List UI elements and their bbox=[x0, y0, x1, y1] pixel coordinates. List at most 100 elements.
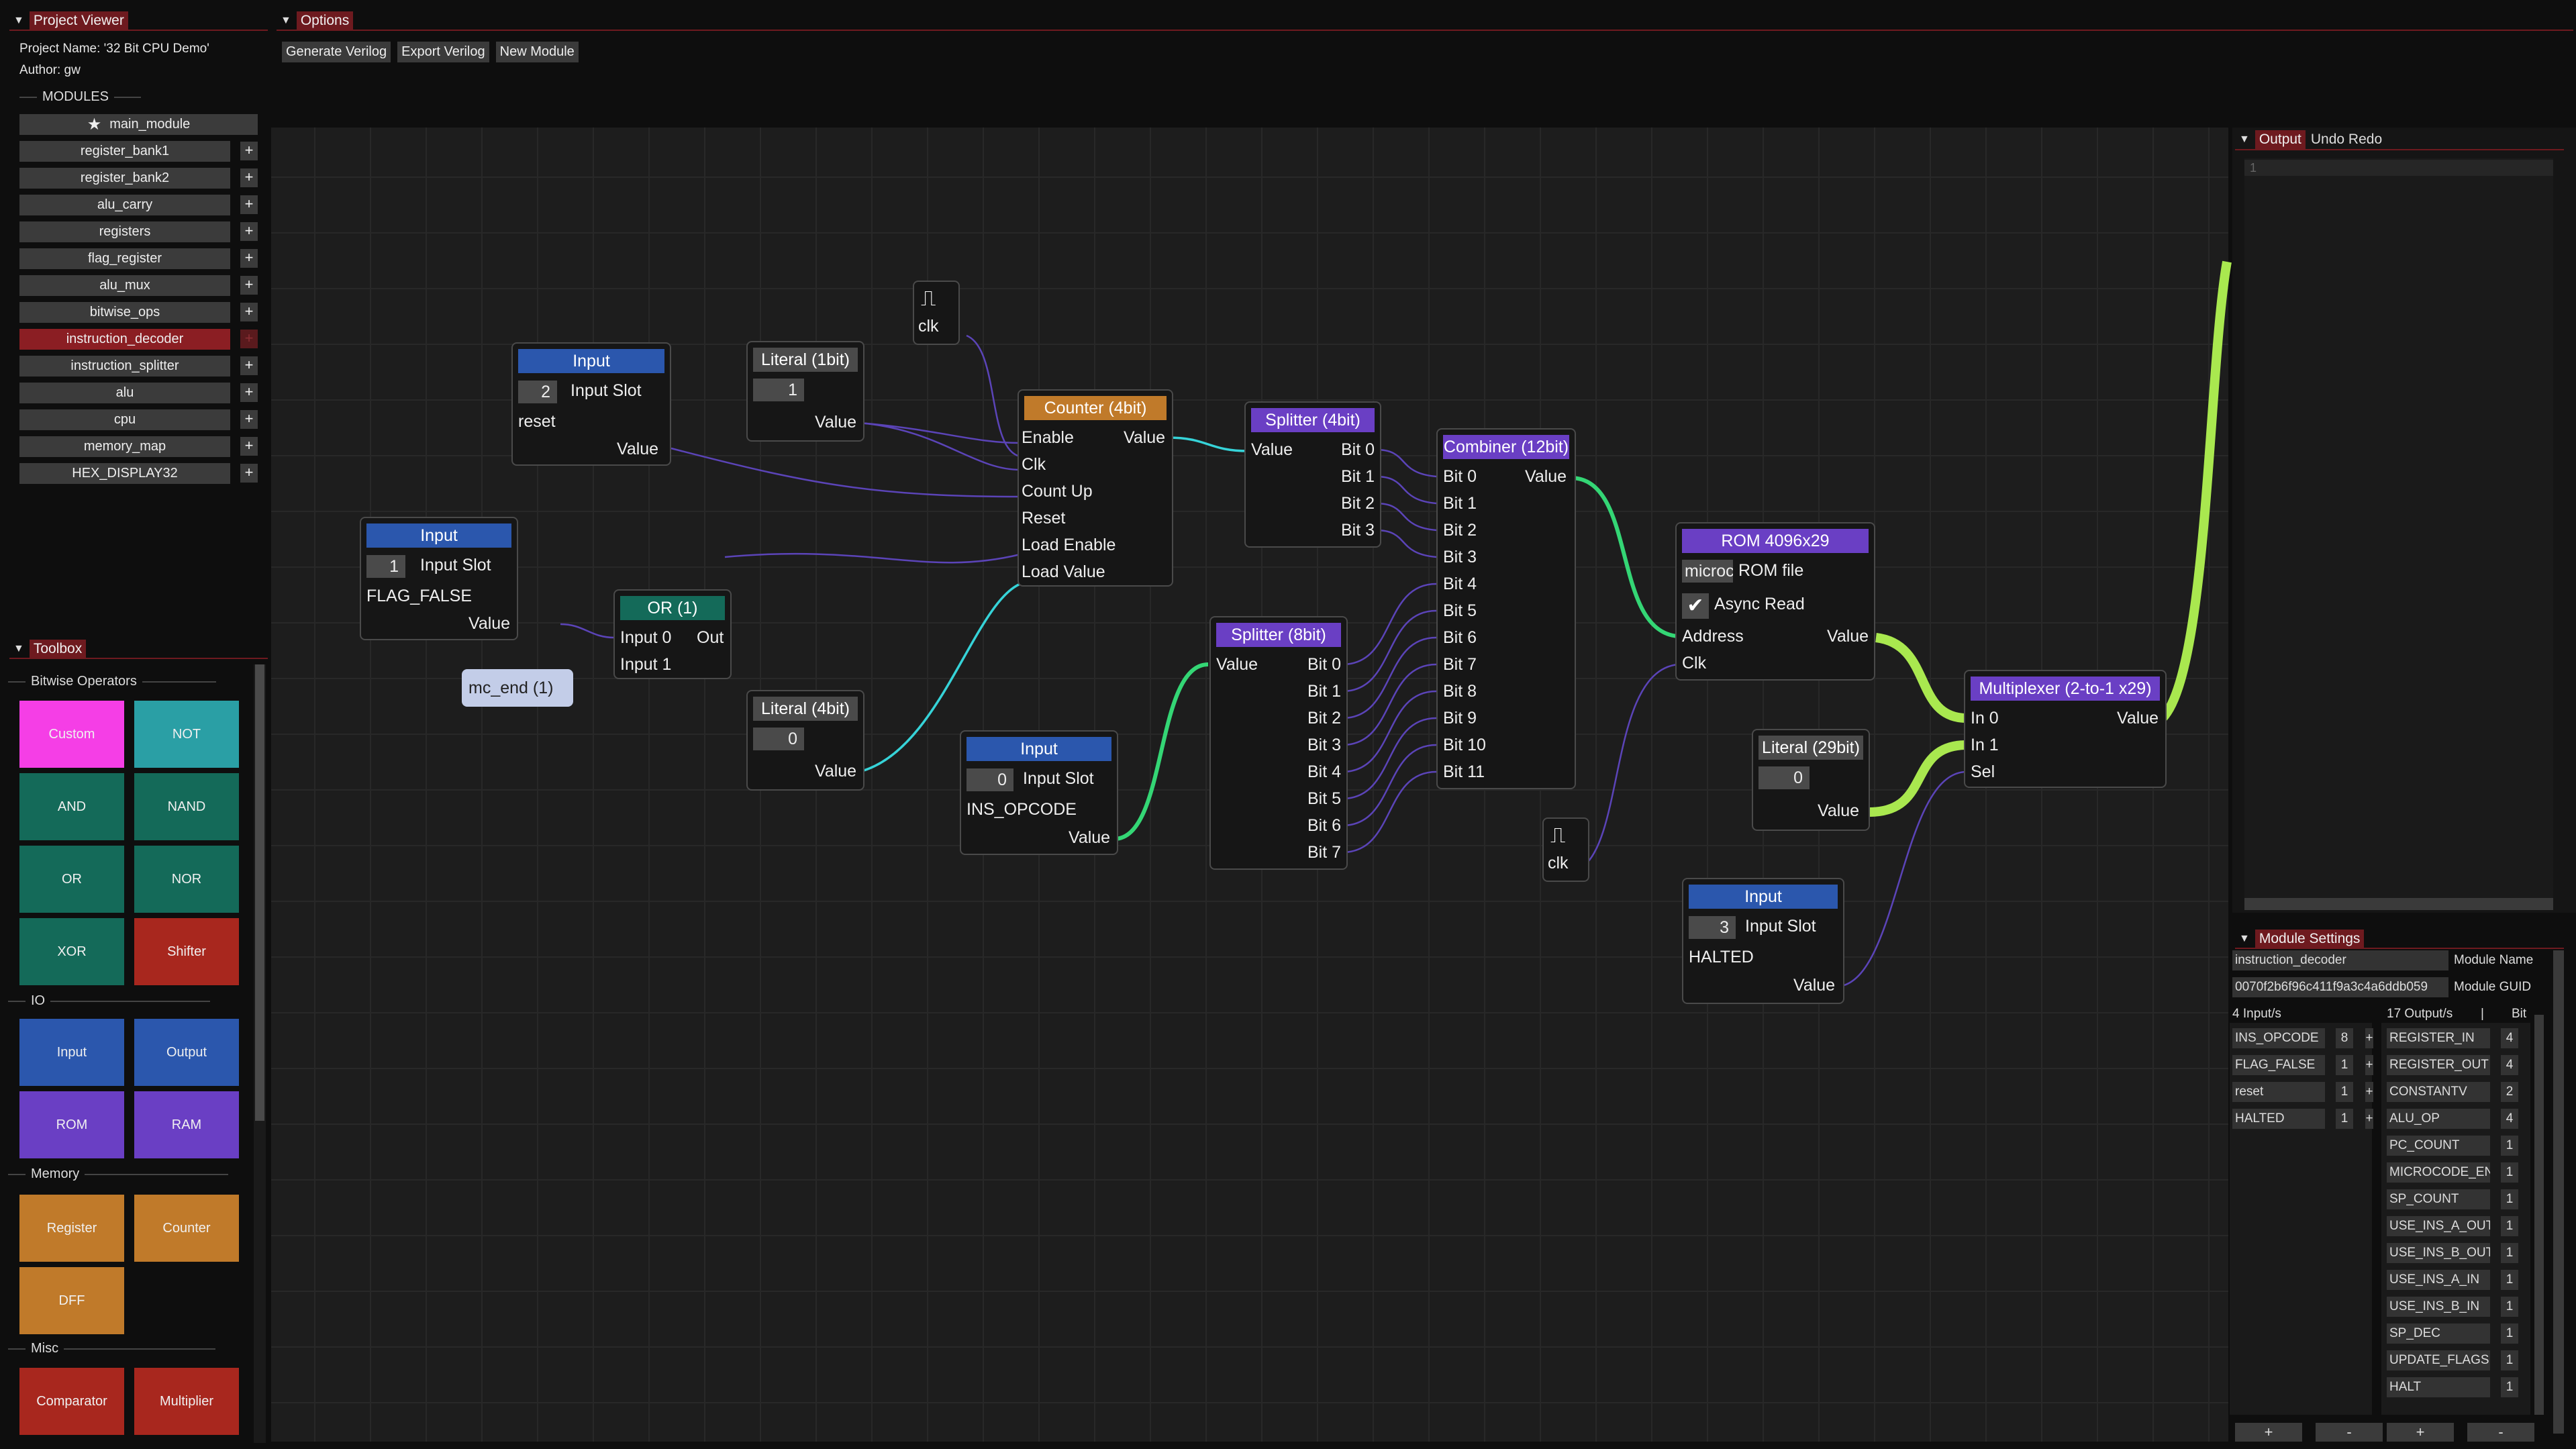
output-bits-field[interactable]: 1 bbox=[2501, 1243, 2518, 1263]
splitter-8bit-node[interactable]: Splitter (8bit) Value Bit 0 Bit 1 Bit 2 Bit 3… bbox=[1209, 616, 1348, 870]
output-bits-field[interactable]: 1 bbox=[2501, 1162, 2518, 1183]
literal-29bit-node[interactable]: Literal (29bit) 0 Value bbox=[1752, 729, 1870, 831]
output-bits-field[interactable]: 1 bbox=[2501, 1377, 2518, 1397]
output-name-field[interactable]: REGISTER_OUT bbox=[2387, 1055, 2490, 1075]
value-pin: Value bbox=[1251, 440, 1293, 459]
input-bits-plus-button[interactable]: + bbox=[2365, 1109, 2373, 1129]
output-line-field[interactable]: 1 bbox=[2244, 160, 2553, 176]
output-name-field[interactable]: REGISTER_IN bbox=[2387, 1028, 2490, 1048]
settings-scrollbar[interactable] bbox=[2553, 950, 2564, 1434]
remove-input-button[interactable]: - bbox=[2316, 1423, 2383, 1442]
add-output-button[interactable]: + bbox=[2387, 1423, 2454, 1442]
input-slot-field[interactable]: 3 bbox=[1689, 916, 1736, 939]
output-bits-field[interactable]: 1 bbox=[2501, 1136, 2518, 1156]
input-slot-field[interactable]: 1 bbox=[366, 555, 405, 578]
output-log[interactable]: 1 bbox=[2244, 158, 2553, 910]
output-name-field[interactable]: USE_INS_A_OUT bbox=[2387, 1216, 2490, 1236]
output-bits-field[interactable]: 2 bbox=[2501, 1082, 2518, 1102]
input-name-field[interactable]: FLAG_FALSE bbox=[2232, 1055, 2325, 1075]
remove-output-button[interactable]: - bbox=[2467, 1423, 2534, 1442]
output-name-field[interactable]: PC_COUNT bbox=[2387, 1136, 2490, 1156]
output-header[interactable]: ▼ Output Undo Redo bbox=[2235, 130, 2382, 150]
output-bits-field[interactable]: 4 bbox=[2501, 1109, 2518, 1129]
input-bits-plus-button[interactable]: + bbox=[2365, 1055, 2373, 1075]
input-bits-plus-button[interactable]: + bbox=[2365, 1028, 2373, 1048]
input-bits-field[interactable]: 8 bbox=[2336, 1028, 2353, 1048]
collapse-triangle-icon[interactable]: ▼ bbox=[2239, 134, 2250, 146]
output-name-field[interactable]: HALT bbox=[2387, 1377, 2490, 1397]
module-guid-label: Module GUID bbox=[2454, 980, 2532, 994]
async-read-checkbox[interactable]: ✔ bbox=[1682, 593, 1709, 619]
input-slot-field[interactable]: 2 bbox=[518, 381, 557, 403]
input-bits-field[interactable]: 1 bbox=[2336, 1109, 2353, 1129]
value-field[interactable]: 1 bbox=[753, 379, 804, 401]
outputs-scrollbar[interactable] bbox=[2534, 1015, 2544, 1415]
output-name-field[interactable]: SP_COUNT bbox=[2387, 1189, 2490, 1209]
pin-label: Bit 7 bbox=[1443, 655, 1477, 674]
input-name-field[interactable]: HALTED bbox=[2232, 1109, 2325, 1129]
pin-label: Bit 3 bbox=[1443, 548, 1477, 566]
input-node-flag-false[interactable]: Input 1 Input Slot FLAG_FALSE Value bbox=[360, 517, 518, 640]
input-bits-field[interactable]: 1 bbox=[2336, 1055, 2353, 1075]
output-hscrollbar[interactable] bbox=[2244, 898, 2553, 910]
node-title: Literal (29bit) bbox=[1758, 736, 1863, 760]
separator: | bbox=[2481, 1007, 2484, 1021]
clk-node[interactable]: ⎍ clk bbox=[913, 281, 960, 345]
input-bits-plus-button[interactable]: + bbox=[2365, 1082, 2373, 1102]
value-pin: Value bbox=[1818, 801, 1860, 820]
pin-label: FLAG_FALSE bbox=[366, 587, 473, 605]
value-field[interactable]: 0 bbox=[753, 728, 804, 750]
output-bits-field[interactable]: 4 bbox=[2501, 1055, 2518, 1075]
tab-undo-redo[interactable]: Undo Redo bbox=[2311, 132, 2382, 148]
module-settings-header[interactable]: ▼ Module Settings bbox=[2235, 929, 2365, 949]
pin-label: Bit 11 bbox=[1443, 762, 1485, 781]
node-title: Splitter (8bit) bbox=[1216, 623, 1341, 647]
literal-4bit-node[interactable]: Literal (4bit) 0 Value bbox=[746, 690, 864, 791]
header-underline bbox=[2235, 948, 2564, 949]
node-title: Literal (1bit) bbox=[753, 348, 858, 372]
clk-label: clk bbox=[1548, 854, 1569, 872]
collapse-triangle-icon[interactable]: ▼ bbox=[2239, 933, 2250, 945]
input-node-halted[interactable]: Input 3 Input Slot HALTED Value bbox=[1682, 878, 1844, 1004]
input-slot-field[interactable]: 0 bbox=[967, 768, 1013, 791]
output-bits-field[interactable]: 1 bbox=[2501, 1189, 2518, 1209]
output-name-field[interactable]: CONSTANTV bbox=[2387, 1082, 2490, 1102]
combiner-12bit-node[interactable]: Combiner (12bit) Bit 0 Bit 1 Bit 2 Bit 3 Bit … bbox=[1436, 428, 1576, 789]
pin-label: Input Slot bbox=[571, 381, 642, 400]
literal-1bit-node[interactable]: Literal (1bit) 1 Value bbox=[746, 341, 864, 442]
module-guid-input[interactable]: 0070f2b6f96c411f9a3c4a6ddb059 bbox=[2232, 977, 2448, 997]
value-pin: Value bbox=[617, 440, 659, 458]
output-bits-field[interactable]: 1 bbox=[2501, 1350, 2518, 1370]
output-bits-field[interactable]: 1 bbox=[2501, 1270, 2518, 1290]
output-bits-field[interactable]: 1 bbox=[2501, 1216, 2518, 1236]
pin-label: Input Slot bbox=[420, 556, 491, 574]
or-gate-node[interactable]: OR (1) Input 0 Out Input 1 bbox=[613, 589, 732, 679]
output-name-field[interactable]: USE_INS_A_IN bbox=[2387, 1270, 2490, 1290]
clk-node[interactable]: ⎍ clk bbox=[1542, 817, 1589, 882]
output-bits-field[interactable]: 4 bbox=[2501, 1028, 2518, 1048]
tab-output[interactable]: Output bbox=[2255, 130, 2306, 149]
add-input-button[interactable]: + bbox=[2235, 1423, 2302, 1442]
multiplexer-node[interactable]: Multiplexer (2-to-1 x29) In 0 Value In 1 Sel bbox=[1964, 670, 2167, 788]
rom-file-field[interactable]: microc bbox=[1682, 560, 1733, 583]
input-name-field[interactable]: INS_OPCODE bbox=[2232, 1028, 2325, 1048]
module-name-input[interactable]: instruction_decoder bbox=[2232, 950, 2448, 970]
output-name-field[interactable]: USE_INS_B_OUT bbox=[2387, 1243, 2490, 1263]
value-pin: Value bbox=[815, 762, 857, 781]
output-name-field[interactable]: UPDATE_FLAGS bbox=[2387, 1350, 2490, 1370]
input-node-reset[interactable]: Input 2 Input Slot reset Value bbox=[511, 342, 671, 466]
output-name-field[interactable]: ALU_OP bbox=[2387, 1109, 2490, 1129]
rom-node[interactable]: ROM 4096x29 microc ROM file ✔ Async Read Addr… bbox=[1675, 522, 1875, 681]
output-bits-field[interactable]: 1 bbox=[2501, 1297, 2518, 1317]
input-name-field[interactable]: reset bbox=[2232, 1082, 2325, 1102]
input-node-ins-opcode[interactable]: Input 0 Input Slot INS_OPCODE Value bbox=[960, 730, 1118, 855]
output-name-field[interactable]: SP_DEC bbox=[2387, 1323, 2490, 1344]
mc-end-node[interactable]: mc_end (1) bbox=[462, 669, 573, 707]
counter-node[interactable]: Counter (4bit) Enable Clk Count Up Reset Load… bbox=[1018, 389, 1173, 587]
splitter-4bit-node[interactable]: Splitter (4bit) Value Bit 0 Bit 1 Bit 2 Bit 3 bbox=[1244, 401, 1381, 548]
input-bits-field[interactable]: 1 bbox=[2336, 1082, 2353, 1102]
output-name-field[interactable]: MICROCODE_EN bbox=[2387, 1162, 2490, 1183]
output-name-field[interactable]: USE_INS_B_IN bbox=[2387, 1297, 2490, 1317]
output-bits-field[interactable]: 1 bbox=[2501, 1323, 2518, 1344]
value-field[interactable]: 0 bbox=[1758, 766, 1810, 789]
